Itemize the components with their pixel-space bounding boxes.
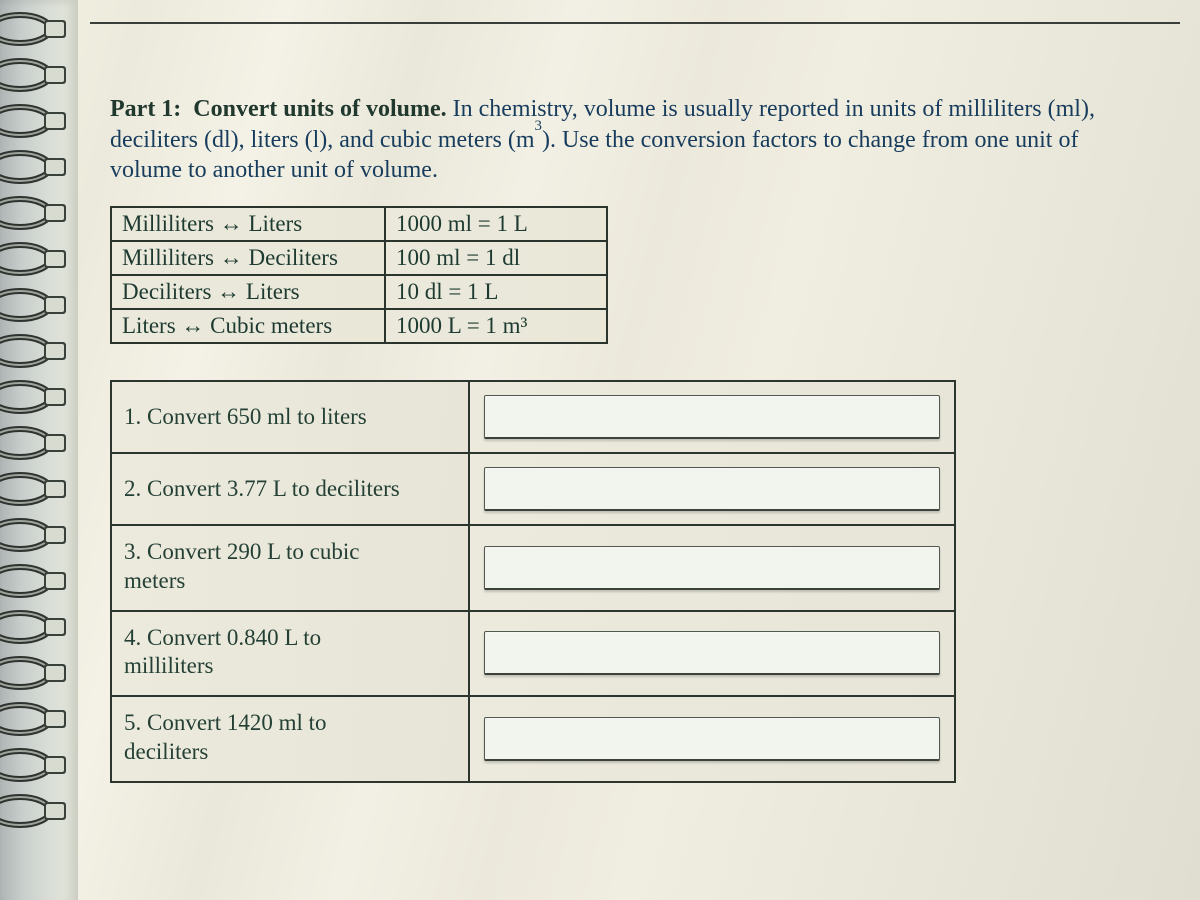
problem-prompt: 3. Convert 290 L to cubic meters bbox=[111, 525, 469, 611]
cf-factor: 100 ml = 1 dl bbox=[385, 241, 607, 275]
table-row: Milliliters ↔ Liters 1000 ml = 1 L bbox=[111, 207, 607, 241]
answer-input-2[interactable] bbox=[484, 467, 940, 511]
conversion-factor-table: Milliliters ↔ Liters 1000 ml = 1 L Milli… bbox=[110, 206, 608, 344]
cf-pair: Milliliters ↔ Liters bbox=[111, 207, 385, 241]
problem-answer-cell bbox=[469, 525, 955, 611]
table-row: Milliliters ↔ Deciliters 100 ml = 1 dl bbox=[111, 241, 607, 275]
problem-prompt: 5. Convert 1420 ml to deciliters bbox=[111, 696, 469, 782]
answer-input-4[interactable] bbox=[484, 631, 940, 675]
cf-factor: 10 dl = 1 L bbox=[385, 275, 607, 309]
intro-cube: 3 bbox=[535, 118, 542, 134]
part-title: Convert units of volume. bbox=[193, 96, 446, 122]
table-row: 2. Convert 3.77 L to deciliters bbox=[111, 453, 955, 525]
cf-factor: 1000 ml = 1 L bbox=[385, 207, 607, 241]
problem-answer-cell bbox=[469, 381, 955, 453]
problem-answer-cell bbox=[469, 453, 955, 525]
table-row: Liters ↔ Cubic meters 1000 L = 1 m³ bbox=[111, 309, 607, 343]
problem-prompt: 4. Convert 0.840 L to milliliters bbox=[111, 611, 469, 697]
problem-prompt: 2. Convert 3.77 L to deciliters bbox=[111, 453, 469, 525]
answer-input-1[interactable] bbox=[484, 395, 940, 439]
problem-answer-cell bbox=[469, 611, 955, 697]
answer-input-3[interactable] bbox=[484, 546, 940, 590]
table-row: Deciliters ↔ Liters 10 dl = 1 L bbox=[111, 275, 607, 309]
cf-pair: Liters ↔ Cubic meters bbox=[111, 309, 385, 343]
part-label: Part 1: bbox=[110, 96, 181, 122]
cf-pair: Deciliters ↔ Liters bbox=[111, 275, 385, 309]
intro-paragraph: Part 1: Convert units of volume. In chem… bbox=[110, 94, 1115, 186]
table-row: 5. Convert 1420 ml to deciliters bbox=[111, 696, 955, 782]
table-row: 3. Convert 290 L to cubic meters bbox=[111, 525, 955, 611]
problems-table: 1. Convert 650 ml to liters 2. Convert 3… bbox=[110, 380, 956, 783]
page-top-rule bbox=[90, 22, 1180, 24]
cf-pair: Milliliters ↔ Deciliters bbox=[111, 241, 385, 275]
cf-factor: 1000 L = 1 m³ bbox=[385, 309, 607, 343]
answer-input-5[interactable] bbox=[484, 717, 940, 761]
worksheet-page: Part 1: Convert units of volume. In chem… bbox=[110, 70, 1172, 783]
table-row: 4. Convert 0.840 L to milliliters bbox=[111, 611, 955, 697]
problem-prompt: 1. Convert 650 ml to liters bbox=[111, 381, 469, 453]
notebook-spiral-strip: // placeholder – rings rendered below vi… bbox=[0, 0, 78, 900]
problem-answer-cell bbox=[469, 696, 955, 782]
table-row: 1. Convert 650 ml to liters bbox=[111, 381, 955, 453]
